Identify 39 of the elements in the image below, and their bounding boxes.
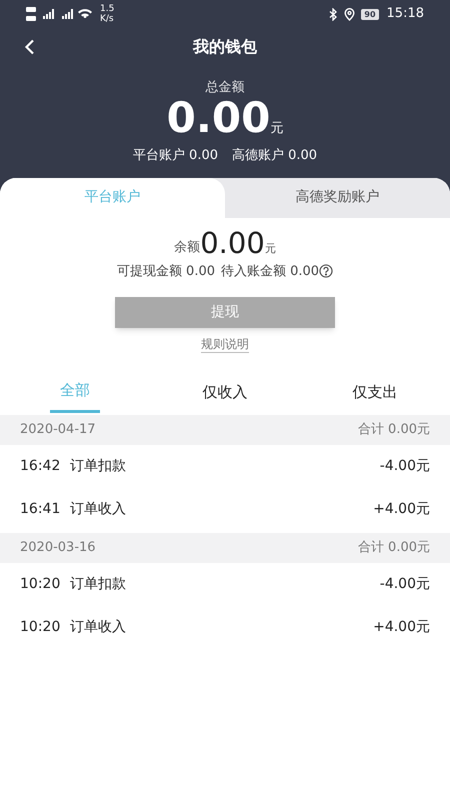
transaction-title: 订单扣款 bbox=[70, 575, 127, 594]
currency-unit: 元 bbox=[270, 120, 284, 138]
account-total: 平台账户 0.00 bbox=[132, 147, 218, 165]
rules-link[interactable]: 规则说明 bbox=[201, 336, 249, 353]
account-tab[interactable]: 平台账户 bbox=[0, 178, 225, 218]
page-title: 我的钱包 bbox=[193, 36, 257, 58]
transaction-amount: +4.00元 bbox=[373, 618, 430, 637]
balance-label: 余额 bbox=[174, 238, 200, 256]
transaction-amount: -4.00元 bbox=[380, 457, 430, 476]
total-label: 总金额 bbox=[206, 80, 244, 96]
group-total: 合计 0.00元 bbox=[358, 421, 430, 440]
total-amount: 0.00 bbox=[166, 96, 270, 140]
pending-amount: 待入账金额 0.00 bbox=[221, 262, 320, 280]
transaction-time: 10:20 bbox=[20, 575, 62, 594]
network-speed: 1.5 bbox=[100, 4, 114, 14]
transaction-time: 16:41 bbox=[20, 500, 62, 519]
group-total: 合计 0.00元 bbox=[358, 539, 430, 558]
transaction-title: 订单收入 bbox=[70, 500, 127, 519]
transaction-time: 16:42 bbox=[20, 457, 62, 476]
help-icon[interactable] bbox=[319, 264, 334, 278]
transaction-title: 订单收入 bbox=[70, 618, 127, 637]
group-date: 2020-04-17 bbox=[20, 421, 96, 440]
account-total: 高德账户 0.00 bbox=[232, 147, 318, 165]
transaction-title: 订单扣款 bbox=[70, 457, 127, 476]
transaction-amount: +4.00元 bbox=[373, 500, 430, 519]
battery-level: 90 bbox=[361, 8, 379, 20]
withdrawable-amount: 可提现金额 0.00 bbox=[116, 262, 215, 280]
bluetooth-icon bbox=[329, 8, 338, 20]
speed-unit: K/s bbox=[100, 14, 114, 24]
transaction-time: 10:20 bbox=[20, 618, 62, 637]
currency-unit: 元 bbox=[264, 240, 276, 256]
transaction-amount: -4.00元 bbox=[380, 575, 430, 594]
back-icon[interactable] bbox=[24, 39, 35, 55]
filter-tab[interactable]: 仅支出 bbox=[300, 371, 450, 413]
filter-tab[interactable]: 仅收入 bbox=[150, 371, 300, 413]
status-time: 15:18 bbox=[386, 5, 424, 24]
group-date: 2020-03-16 bbox=[20, 539, 96, 558]
location-icon bbox=[344, 8, 356, 20]
balance-amount: 0.00 bbox=[200, 226, 265, 260]
